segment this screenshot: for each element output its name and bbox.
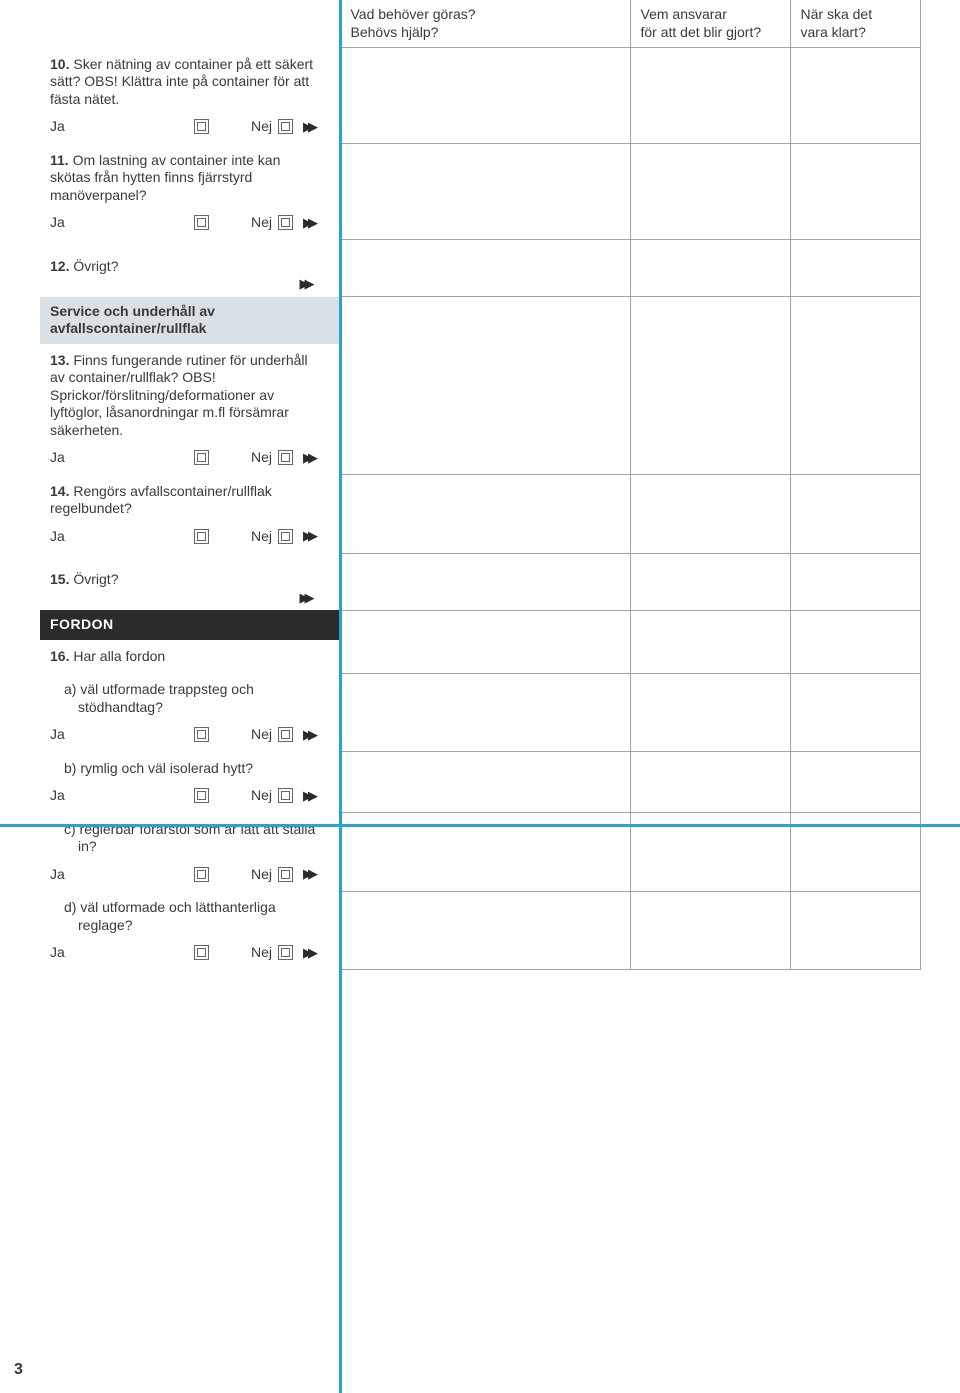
q10-text: 10. Sker nätning av container på ett säk… (40, 48, 340, 144)
arrow-icon (303, 866, 313, 882)
q15-what-cell[interactable] (340, 553, 630, 610)
q11-nej-label: Nej (251, 214, 272, 232)
arrow-icon (303, 788, 313, 804)
q16b-ja-label: Ja (50, 787, 188, 805)
q12-what-cell[interactable] (340, 240, 630, 297)
q16a-when-cell[interactable] (790, 673, 920, 752)
q10-who-cell[interactable] (630, 48, 790, 144)
q16b-what-cell[interactable] (340, 752, 630, 813)
q16-text: 16. Har alla fordon (40, 640, 340, 674)
q16d-ja-label: Ja (50, 944, 188, 962)
q16d-ja-checkbox[interactable] (194, 945, 209, 960)
q11-when-cell[interactable] (790, 144, 920, 240)
q16b-when-cell[interactable] (790, 752, 920, 813)
page-number: 3 (14, 1361, 23, 1379)
header-col-who: Vem ansvarar för att det blir gjort? (630, 0, 790, 48)
q16d-nej-checkbox[interactable] (278, 945, 293, 960)
q16d-who-cell[interactable] (630, 891, 790, 970)
q15-text: 15. Övrigt? (40, 553, 340, 610)
arrow-icon (303, 528, 313, 544)
q10-when-cell[interactable] (790, 48, 920, 144)
q11-text: 11. Om lastning av container inte kan sk… (40, 144, 340, 240)
q10-ja-label: Ja (50, 118, 188, 136)
q16b-nej-label: Nej (251, 787, 272, 805)
q16b-who-cell[interactable] (630, 752, 790, 813)
q14-nej-label: Nej (251, 528, 272, 546)
q13-what-cell[interactable] (340, 297, 630, 475)
q16a-nej-checkbox[interactable] (278, 727, 293, 742)
q14-nej-checkbox[interactable] (278, 529, 293, 544)
q16a-nej-label: Nej (251, 726, 272, 744)
vertical-blue-rule (339, 0, 342, 1393)
q16a-text: a) väl utformade trappsteg och stödhandt… (40, 673, 340, 752)
q14-ja-label: Ja (50, 528, 188, 546)
q11-what-cell[interactable] (340, 144, 630, 240)
q16d-when-cell[interactable] (790, 891, 920, 970)
q11-ja-label: Ja (50, 214, 188, 232)
q10-ja-checkbox[interactable] (194, 119, 209, 134)
section-fordon: FORDON (40, 610, 340, 640)
q16d-text: d) väl utformade och lätthanterliga regl… (40, 891, 340, 970)
q13-ja-label: Ja (50, 449, 188, 467)
header-col-what: Vad behöver göras? Behövs hjälp? (340, 0, 630, 48)
q11-nej-checkbox[interactable] (278, 215, 293, 230)
q13-who-cell[interactable] (630, 297, 790, 475)
header-empty (40, 0, 340, 48)
q16d-nej-label: Nej (251, 944, 272, 962)
q11-ja-checkbox[interactable] (194, 215, 209, 230)
q13-nej-label: Nej (251, 449, 272, 467)
q12-when-cell[interactable] (790, 240, 920, 297)
q10-nej-checkbox[interactable] (278, 119, 293, 134)
q15-who-cell[interactable] (630, 553, 790, 610)
q13-text: 13. Finns fungerande rutiner för underhå… (40, 344, 340, 475)
arrow-icon (303, 215, 313, 231)
horizontal-blue-rule (0, 824, 960, 827)
arrow-icon (300, 590, 310, 606)
arrow-icon (303, 727, 313, 743)
q14-ja-checkbox[interactable] (194, 529, 209, 544)
q12-text: 12. Övrigt? (40, 240, 340, 297)
q16a-what-cell[interactable] (340, 673, 630, 752)
q10-what-cell[interactable] (340, 48, 630, 144)
q13-nej-checkbox[interactable] (278, 450, 293, 465)
arrow-icon (303, 119, 313, 135)
q16b-nej-checkbox[interactable] (278, 788, 293, 803)
q16-who-cell[interactable] (630, 610, 790, 673)
q16-what-cell[interactable] (340, 610, 630, 673)
q14-when-cell[interactable] (790, 475, 920, 554)
q14-what-cell[interactable] (340, 475, 630, 554)
q10-nej-label: Nej (251, 118, 272, 136)
q13-ja-checkbox[interactable] (194, 450, 209, 465)
q16a-who-cell[interactable] (630, 673, 790, 752)
q11-who-cell[interactable] (630, 144, 790, 240)
arrow-icon (303, 945, 313, 961)
header-col-when: När ska det vara klart? (790, 0, 920, 48)
q12-who-cell[interactable] (630, 240, 790, 297)
q16c-ja-checkbox[interactable] (194, 867, 209, 882)
q16c-ja-label: Ja (50, 866, 188, 884)
q16b-ja-checkbox[interactable] (194, 788, 209, 803)
arrow-icon (303, 450, 313, 466)
q14-text: 14. Rengörs avfallscontainer/rullflak re… (40, 475, 340, 554)
q13-when-cell[interactable] (790, 297, 920, 475)
q16-when-cell[interactable] (790, 610, 920, 673)
arrow-icon (300, 276, 310, 292)
q14-who-cell[interactable] (630, 475, 790, 554)
q16d-what-cell[interactable] (340, 891, 630, 970)
q16b-text: b) rymlig och väl isolerad hytt? Ja Nej (40, 752, 340, 813)
q16a-ja-checkbox[interactable] (194, 727, 209, 742)
subheader-service: Service och underhåll av avfallscontaine… (40, 297, 340, 344)
q16a-ja-label: Ja (50, 726, 188, 744)
q16c-nej-checkbox[interactable] (278, 867, 293, 882)
q15-when-cell[interactable] (790, 553, 920, 610)
q16c-nej-label: Nej (251, 866, 272, 884)
